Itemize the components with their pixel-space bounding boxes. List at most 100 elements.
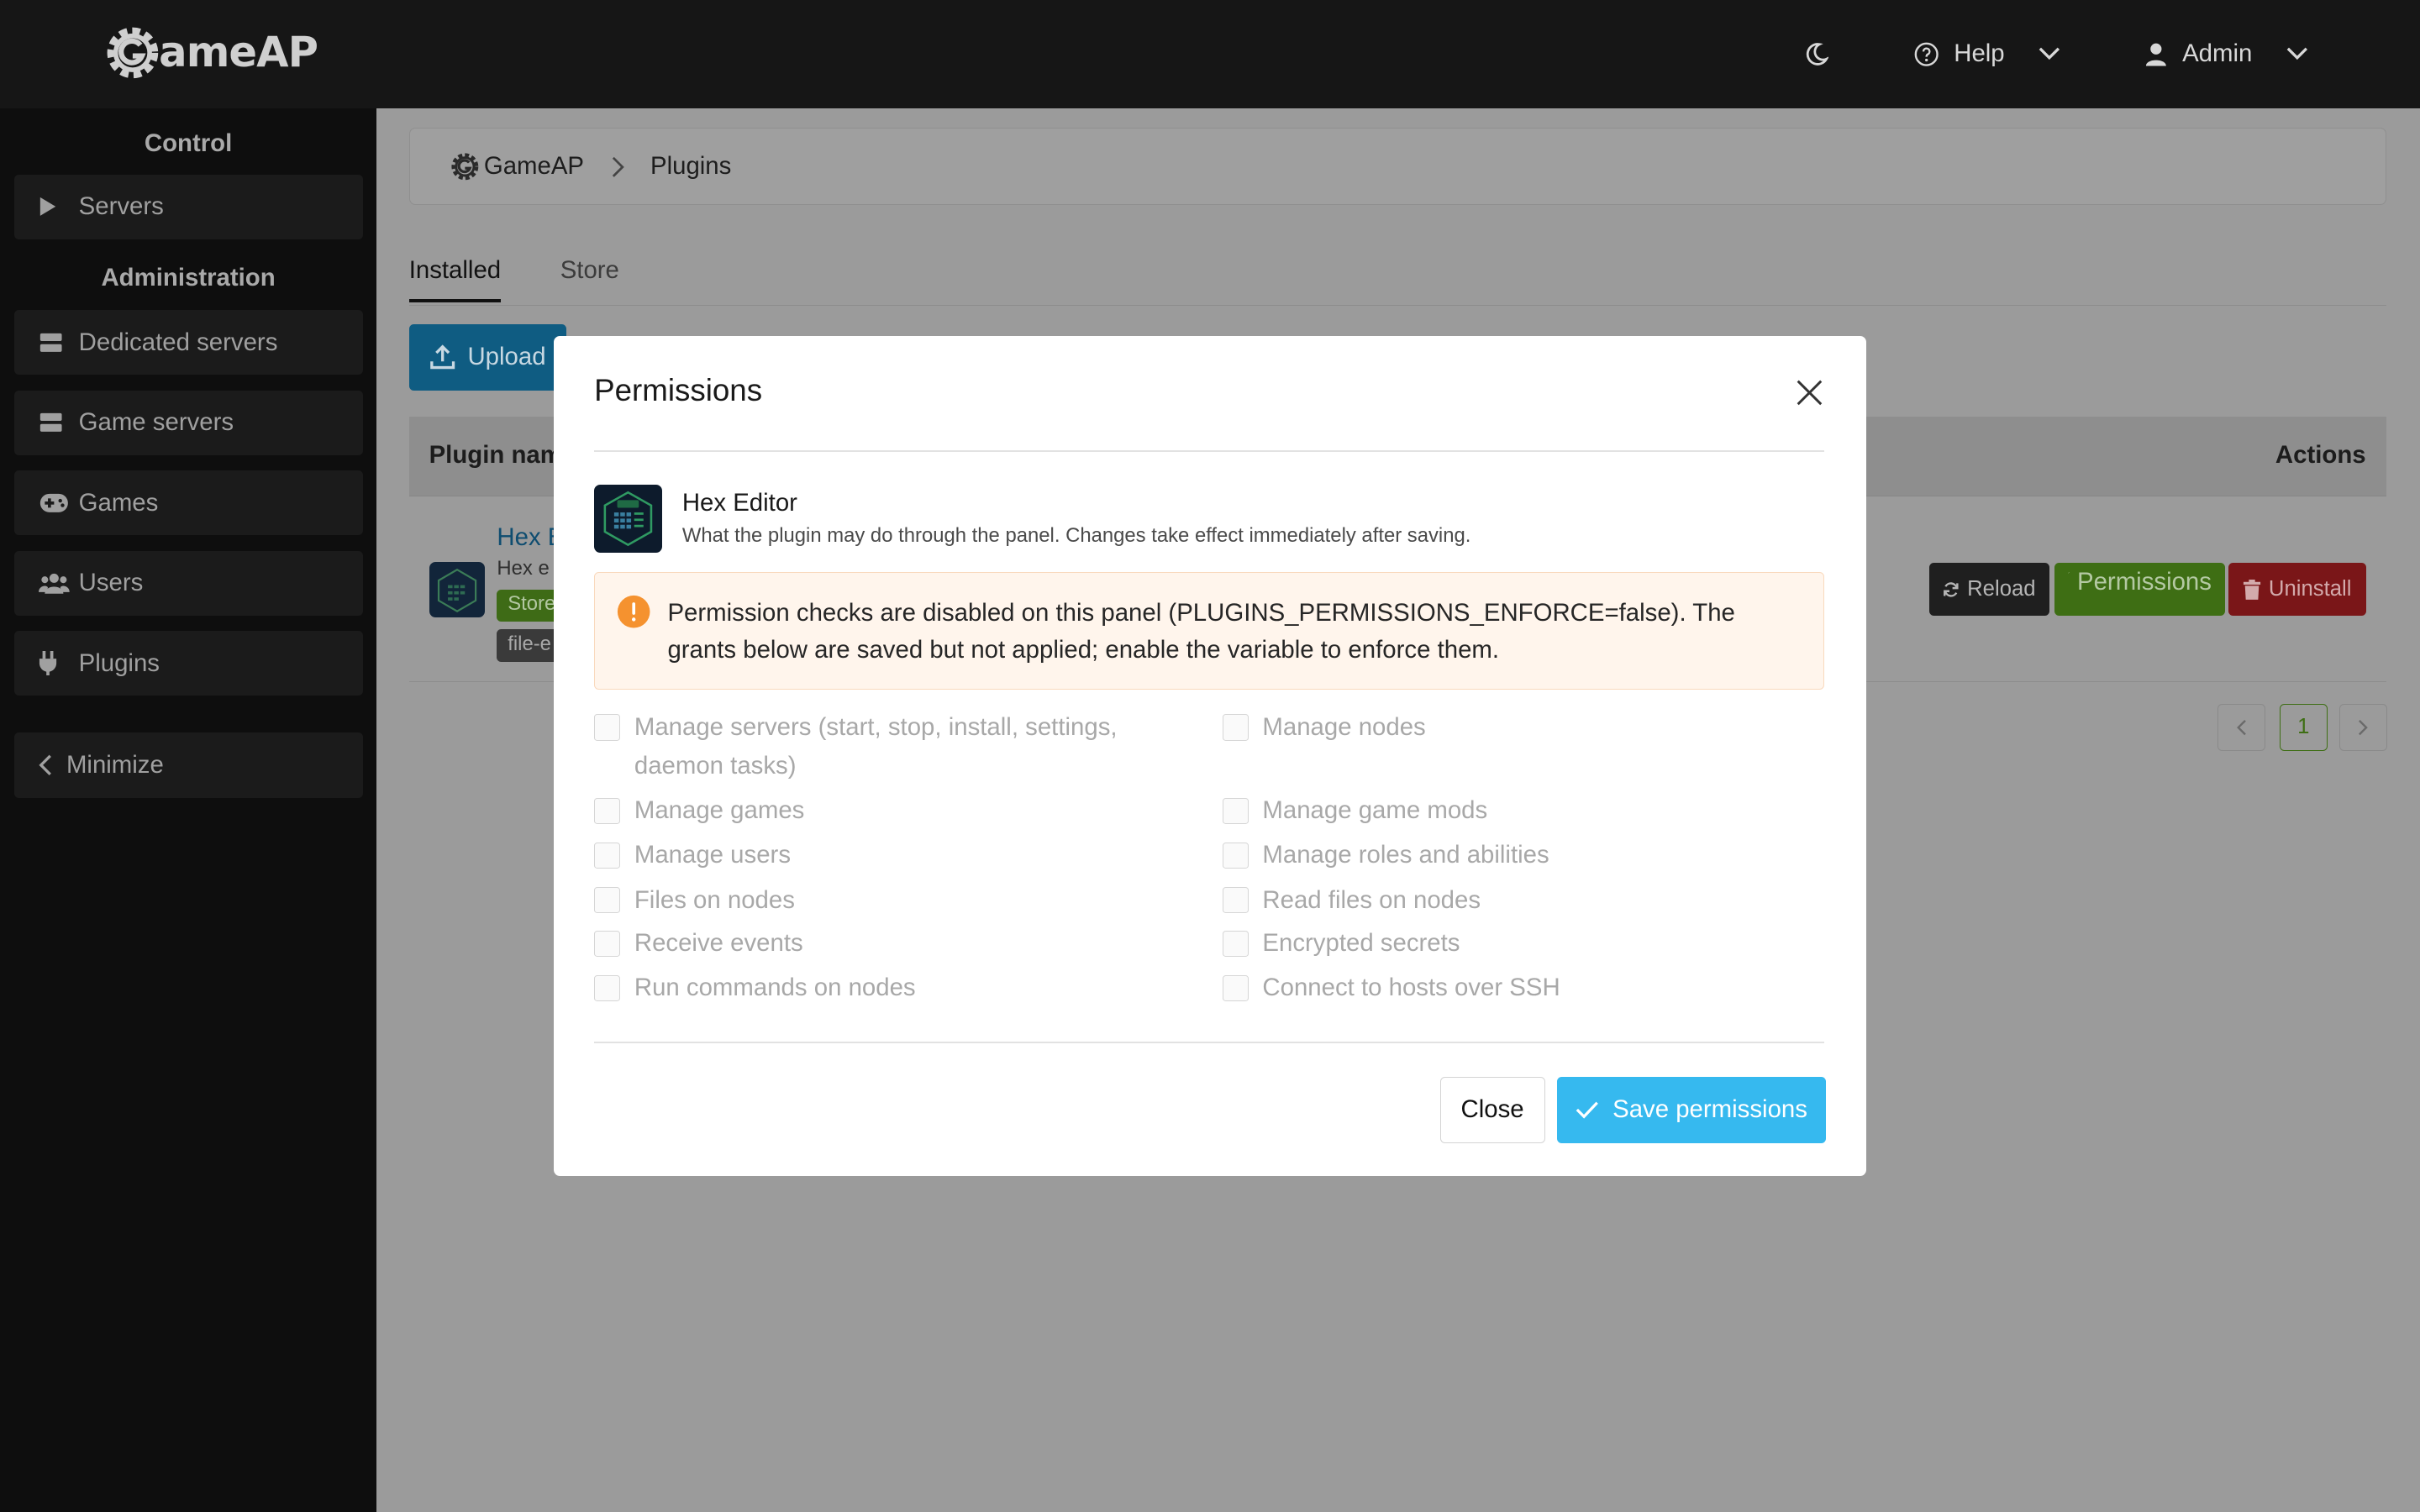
permissions-button[interactable]: Permissions bbox=[2054, 563, 2226, 616]
modal-title: Permissions bbox=[594, 373, 763, 408]
sidebar-item-label: Servers bbox=[78, 192, 164, 221]
sidebar-item-games[interactable]: Games bbox=[13, 470, 363, 536]
permission-label: Manage servers (start, stop, install, se… bbox=[634, 713, 1118, 780]
permission-checkbox-files-on-nodes[interactable]: Files on nodes bbox=[594, 881, 795, 920]
checkbox[interactable] bbox=[594, 797, 621, 824]
pagination-page[interactable]: 1 bbox=[2279, 703, 2328, 752]
permission-label: Run commands on nodes bbox=[634, 974, 916, 1002]
reload-label: Reload bbox=[1967, 577, 2036, 601]
permission-checkbox-manage-games[interactable]: Manage games bbox=[594, 791, 804, 830]
theme-toggle[interactable] bbox=[1804, 0, 1829, 108]
permission-checkbox-encrypted-secrets[interactable]: Encrypted secrets bbox=[1222, 924, 1460, 963]
checkbox[interactable] bbox=[1222, 974, 1249, 1001]
permission-checkbox-receive-events[interactable]: Receive events bbox=[594, 924, 803, 963]
warning-alert: Permission checks are disabled on this p… bbox=[594, 572, 1824, 690]
breadcrumb: GameAP Plugins bbox=[408, 128, 2386, 206]
help-menu[interactable]: Help bbox=[1914, 0, 2060, 108]
checkbox[interactable] bbox=[1222, 797, 1249, 824]
upload-button[interactable]: Upload bbox=[408, 323, 567, 391]
tab-installed[interactable]: Installed bbox=[408, 256, 501, 302]
top-bar: ameAP Help Admin bbox=[0, 0, 2420, 108]
plugin-name: Hex Editor bbox=[681, 489, 797, 517]
gamepad-icon bbox=[39, 492, 72, 514]
permission-label: Manage games bbox=[634, 796, 805, 825]
chevron-left-icon bbox=[2237, 719, 2247, 736]
check-icon bbox=[1576, 1102, 1598, 1120]
close-button[interactable]: Close bbox=[1439, 1077, 1545, 1143]
modal-footer-divider bbox=[594, 1041, 1824, 1043]
permission-checkbox-manage-roles[interactable]: Manage roles and abilities bbox=[1222, 836, 1549, 874]
sidebar-heading-administration: Administration bbox=[101, 264, 276, 292]
checkbox[interactable] bbox=[1222, 887, 1249, 914]
gear-logo-icon bbox=[107, 27, 159, 78]
tabs: Installed Store bbox=[408, 250, 2386, 306]
uninstall-button[interactable]: Uninstall bbox=[2228, 563, 2366, 616]
permission-checkbox-manage-servers[interactable]: Manage servers (start, stop, install, se… bbox=[594, 708, 1165, 785]
permission-checkbox-run-commands[interactable]: Run commands on nodes bbox=[594, 969, 916, 1007]
tab-store[interactable]: Store bbox=[560, 256, 619, 285]
modal-divider bbox=[594, 450, 1824, 453]
sidebar-minimize-button[interactable]: Minimize bbox=[13, 732, 363, 798]
sidebar-item-users[interactable]: Users bbox=[13, 550, 363, 616]
permission-label: Receive events bbox=[634, 929, 803, 958]
sidebar: Control Servers Administration Dedicated… bbox=[0, 108, 377, 1512]
app-logo[interactable]: ameAP bbox=[103, 24, 318, 82]
breadcrumb-home-link[interactable]: GameAP bbox=[484, 152, 584, 181]
sidebar-item-plugins[interactable]: Plugins bbox=[13, 631, 363, 696]
user-label: Admin bbox=[2182, 39, 2253, 68]
plugin-icon bbox=[429, 561, 485, 617]
close-icon bbox=[1797, 380, 1823, 406]
permission-checkbox-manage-nodes[interactable]: Manage nodes bbox=[1222, 708, 1426, 747]
checkbox[interactable] bbox=[1222, 930, 1249, 957]
permission-checkbox-ssh[interactable]: Connect to hosts over SSH bbox=[1222, 969, 1560, 1007]
checkbox[interactable] bbox=[594, 930, 621, 957]
permissions-label: Permissions bbox=[2076, 568, 2212, 596]
sidebar-item-label: Games bbox=[78, 488, 159, 517]
upload-label: Upload bbox=[467, 343, 546, 371]
user-menu[interactable]: Admin bbox=[2145, 0, 2307, 108]
permission-label: Encrypted secrets bbox=[1262, 929, 1460, 958]
sidebar-item-label: Dedicated servers bbox=[78, 328, 278, 356]
reload-button[interactable]: Reload bbox=[1928, 563, 2050, 616]
checkbox[interactable] bbox=[594, 842, 621, 869]
column-header-actions: Actions bbox=[2275, 441, 2366, 470]
checkbox[interactable] bbox=[1222, 714, 1249, 741]
checkbox[interactable] bbox=[594, 974, 621, 1001]
alert-text: Permission checks are disabled on this p… bbox=[667, 599, 1735, 664]
checkbox[interactable] bbox=[594, 887, 621, 914]
plugin-permissions-description: What the plugin may do through the panel… bbox=[681, 524, 1471, 548]
sidebar-item-servers[interactable]: Servers bbox=[13, 174, 363, 239]
upload-icon bbox=[430, 344, 455, 370]
moon-icon bbox=[1806, 42, 1829, 66]
checkbox[interactable] bbox=[594, 714, 621, 741]
sidebar-item-game-servers[interactable]: Game servers bbox=[13, 390, 363, 455]
chevron-down-icon bbox=[2039, 47, 2060, 60]
sidebar-item-label: Plugins bbox=[78, 648, 160, 677]
uninstall-label: Uninstall bbox=[2268, 577, 2352, 601]
permission-checkbox-read-files[interactable]: Read files on nodes bbox=[1222, 881, 1481, 920]
sidebar-item-dedicated-servers[interactable]: Dedicated servers bbox=[13, 310, 363, 375]
exclamation-circle-icon bbox=[617, 596, 650, 628]
sidebar-item-label: Users bbox=[78, 569, 144, 597]
modal-close-button[interactable] bbox=[1795, 378, 1824, 407]
save-permissions-button[interactable]: Save permissions bbox=[1557, 1077, 1826, 1143]
user-icon bbox=[2145, 43, 2166, 66]
minimize-label: Minimize bbox=[66, 750, 164, 779]
server-icon bbox=[39, 332, 72, 354]
permission-label: Files on nodes bbox=[634, 885, 795, 914]
play-icon bbox=[39, 196, 72, 218]
plugin-icon bbox=[594, 484, 662, 553]
pagination-prev[interactable] bbox=[2217, 703, 2266, 752]
permissions-modal: Permissions Hex Editor What the plugin m… bbox=[554, 336, 1866, 1176]
file-badge: file-e bbox=[497, 629, 562, 662]
key-icon bbox=[2068, 572, 2070, 575]
permission-checkbox-manage-users[interactable]: Manage users bbox=[594, 836, 791, 874]
checkbox[interactable] bbox=[1222, 842, 1249, 869]
permission-checkbox-manage-game-mods[interactable]: Manage game mods bbox=[1222, 791, 1488, 830]
pagination-next[interactable] bbox=[2339, 703, 2388, 752]
plug-icon bbox=[39, 651, 72, 676]
question-circle-icon bbox=[1914, 42, 1939, 66]
permission-label: Manage game mods bbox=[1262, 796, 1488, 825]
permission-label: Manage users bbox=[634, 841, 792, 869]
gear-logo-icon bbox=[451, 153, 479, 181]
